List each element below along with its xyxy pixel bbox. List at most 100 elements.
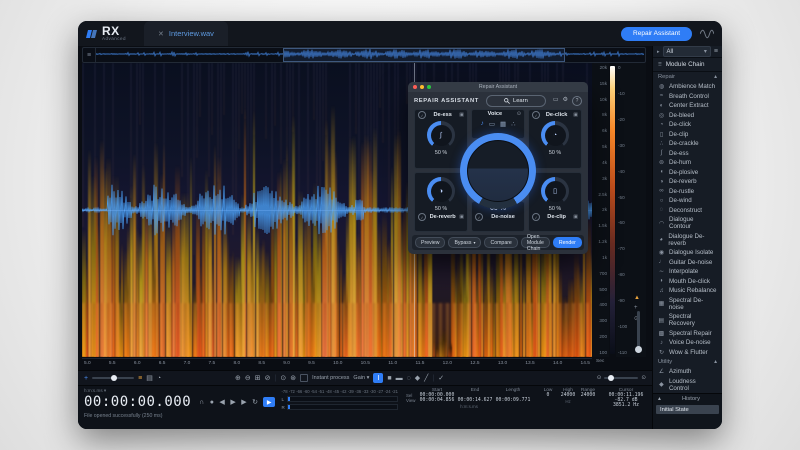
pan-icon[interactable]: +: [84, 374, 88, 383]
zoom-in-small-icon[interactable]: ⊙: [641, 374, 646, 383]
history-item[interactable]: Initial State: [656, 405, 719, 414]
sidebar-item-mouth-de-click[interactable]: ◗Mouth De-click: [653, 277, 722, 287]
module-list-view-icon[interactable]: ≡: [714, 48, 718, 55]
warning-icon[interactable]: ▲: [634, 295, 640, 301]
sidebar-item-dialogue-isolate[interactable]: ◉Dialogue Isolate: [653, 248, 722, 258]
sidebar-item-guitar-de-noise[interactable]: ♩Guitar De-noise: [653, 258, 722, 268]
clipboard-icon[interactable]: ▣: [573, 214, 578, 220]
module-filter-dropdown[interactable]: All▾: [663, 46, 711, 57]
sidebar-item-spectral-recovery[interactable]: ▤Spectral Recovery: [653, 312, 722, 329]
skip-back-icon[interactable]: ◀: [219, 398, 225, 406]
sidebar-item-azimuth[interactable]: ∠Azimuth: [653, 367, 722, 377]
preview-button[interactable]: Preview: [415, 237, 445, 248]
de-clip-knob[interactable]: ▯: [541, 177, 569, 205]
sidebar-item-dialogue-de-reverb[interactable]: ◕Dialogue De-reverb: [653, 232, 722, 249]
de-noise-main-knob[interactable]: [460, 133, 536, 209]
sidebar-item-dialogue-contour[interactable]: ◠Dialogue Contour: [653, 215, 722, 232]
history-collapse-icon[interactable]: ▴: [658, 396, 661, 402]
help-icon[interactable]: ?: [572, 96, 582, 106]
render-button[interactable]: Render: [553, 237, 582, 248]
brush-tool-icon[interactable]: ╱: [424, 374, 428, 383]
zoom-reset-icon[interactable]: ⊘: [265, 374, 271, 383]
info-icon[interactable]: i: [418, 111, 426, 119]
clock-icon[interactable]: ◔: [157, 374, 161, 383]
amplitude-db-ruler[interactable]: 0-10-20-30-40-50-60-70-80-90-100-110: [616, 63, 632, 357]
sidebar-item-de-ess[interactable]: ∫De-ess: [653, 149, 722, 159]
sidebar-item-loudness-control[interactable]: ◆Loudness Control: [653, 377, 722, 394]
tape-icon[interactable]: ▭: [489, 120, 495, 128]
spectrogram-waveform-blend-icon[interactable]: ≡: [138, 374, 142, 383]
info-icon[interactable]: i: [475, 213, 483, 221]
zoom-in-icon[interactable]: ⊕: [235, 374, 241, 383]
sidebar-item-spectral-repair[interactable]: ▩Spectral Repair: [653, 329, 722, 339]
sidebar-item-music-rebalance[interactable]: ♫Music Rebalance: [653, 286, 722, 296]
overview-view-region[interactable]: [283, 48, 565, 62]
compare-button[interactable]: Compare: [484, 237, 517, 248]
sidebar-item-de-reverb[interactable]: ◑De-reverb: [653, 177, 722, 187]
waveform-stats-icon[interactable]: [700, 28, 714, 40]
find-similar-tool-icon[interactable]: ✓: [438, 374, 444, 383]
clipboard-icon[interactable]: ▣: [459, 112, 464, 118]
grab-tool-icon[interactable]: ⊛: [290, 374, 296, 383]
sidebar-item-de-click[interactable]: ◔De-click: [653, 120, 722, 130]
clipboard-icon[interactable]: ▣: [573, 112, 578, 118]
section-header-repair[interactable]: Repair ▴: [653, 72, 722, 82]
record-icon[interactable]: ●: [210, 399, 215, 406]
de-ess-knob[interactable]: ∫: [427, 121, 455, 149]
tab-close-icon[interactable]: ✕: [158, 30, 164, 38]
section-header-utility[interactable]: Utility ▴: [653, 357, 722, 367]
info-icon[interactable]: i: [532, 111, 540, 119]
sidebar-item-de-wind[interactable]: ○De-wind: [653, 196, 722, 206]
file-tab[interactable]: ✕ Interview.wav: [144, 21, 228, 46]
sidebar-item-module-chain[interactable]: ≡ Module Chain: [653, 58, 722, 72]
time-ruler[interactable]: 5.05.56.06.57.07.58.08.59.09.510.010.511…: [82, 358, 592, 368]
sidebar-item-de-clip[interactable]: ▯De-clip: [653, 130, 722, 140]
zoom-selection-icon[interactable]: ⊞: [255, 374, 261, 383]
de-click-knob[interactable]: ◔: [541, 121, 569, 149]
sidebar-item-spectral-de-noise[interactable]: ▦Spectral De-noise: [653, 296, 722, 313]
speaker-icon[interactable]: ♪: [481, 120, 484, 128]
sidebar-item-interpolate[interactable]: ∼Interpolate: [653, 267, 722, 277]
sidebar-item-de-plosive[interactable]: ◖De-plosive: [653, 168, 722, 178]
sidebar-item-ambience-match[interactable]: ◍Ambience Match: [653, 82, 722, 92]
sidebar-item-voice-de-noise[interactable]: ♪Voice De-noise: [653, 338, 722, 348]
overview-menu-icon[interactable]: ≡: [83, 48, 96, 62]
volume-slider[interactable]: [92, 377, 134, 379]
play-button[interactable]: ▶: [263, 397, 275, 407]
layout-icon[interactable]: ▤: [146, 374, 153, 383]
zoom-out-icon[interactable]: ⊖: [245, 374, 251, 383]
monitor-icon[interactable]: ∩: [199, 399, 205, 406]
sidebar-item-breath-control[interactable]: ≈Breath Control: [653, 92, 722, 102]
play-icon[interactable]: ▶: [230, 398, 236, 406]
frequency-ruler[interactable]: 20k15k10k8k6k5k4k3k2.5k2k1.5k1.2k1k70050…: [592, 63, 609, 357]
learn-button[interactable]: Learn: [486, 95, 546, 107]
sidebar-item-wow-flutter[interactable]: ↻Wow & Flutter: [653, 348, 722, 358]
sidebar-item-center-extract[interactable]: ◐Center Extract: [653, 101, 722, 111]
wand-tool-icon[interactable]: ◆: [415, 374, 420, 383]
repair-assistant-button[interactable]: Repair Assistant: [621, 27, 692, 41]
piano-icon[interactable]: ▦: [500, 120, 506, 128]
de-reverb-knob[interactable]: ◑: [427, 177, 455, 205]
magnify-tool-icon[interactable]: ⊙: [280, 374, 286, 383]
info-icon[interactable]: i: [418, 213, 426, 221]
sidebar-item-de-hum[interactable]: ⊚De-hum: [653, 158, 722, 168]
share-icon[interactable]: ∴: [511, 120, 515, 128]
time-frequency-selection-tool-icon[interactable]: ■: [387, 374, 391, 383]
info-icon[interactable]: i: [532, 213, 540, 221]
mic-icon[interactable]: ⊙: [517, 111, 521, 117]
frequency-selection-tool-icon[interactable]: ▬: [396, 374, 403, 383]
clipboard-icon[interactable]: ▣: [459, 214, 464, 220]
sidebar-item-de-rustle[interactable]: ∞De-rustle: [653, 187, 722, 197]
gear-icon[interactable]: ⚙: [563, 96, 568, 106]
colormap-gain-slider[interactable]: [637, 311, 640, 353]
gain-dropdown[interactable]: Gain ▾: [353, 375, 369, 381]
spectrogram-colorbar[interactable]: [610, 66, 615, 354]
zoom-out-small-icon[interactable]: ⊙: [597, 374, 602, 383]
instant-process-checkbox[interactable]: [300, 374, 308, 382]
bypass-button[interactable]: Bypass▾: [448, 237, 481, 248]
skip-forward-icon[interactable]: ▶: [241, 398, 247, 406]
dialog-title-bar[interactable]: Repair Assistant: [408, 82, 588, 92]
open-module-chain-button[interactable]: Open Module Chain: [521, 237, 550, 248]
display-settings-icon[interactable]: ▭: [553, 96, 559, 106]
sidebar-item-deconstruct[interactable]: ◌Deconstruct: [653, 206, 722, 216]
